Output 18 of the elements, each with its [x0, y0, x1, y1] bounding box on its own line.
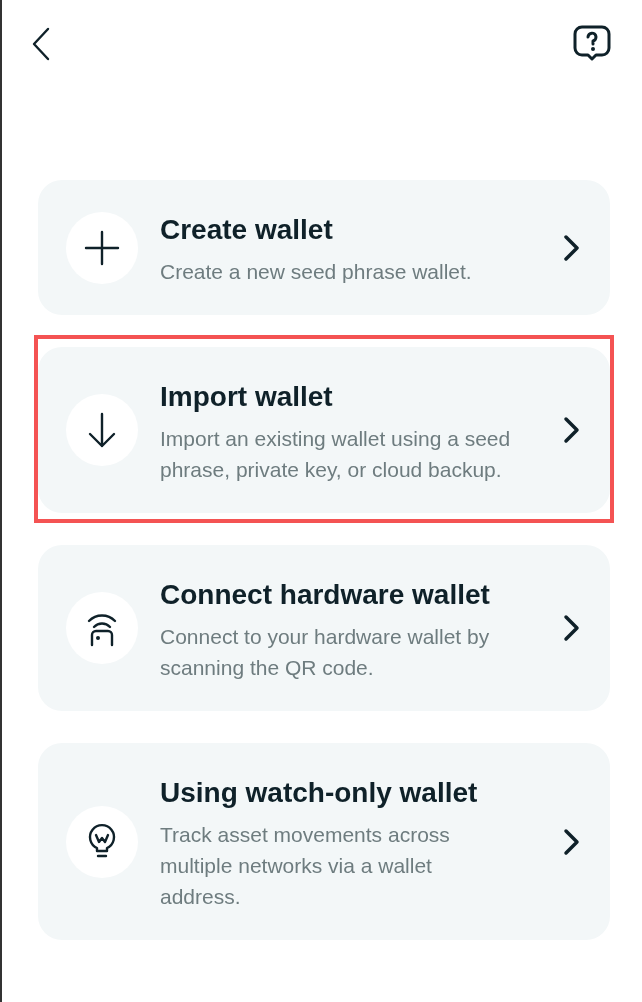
wallet-option-card[interactable]: Create wallet Create a new seed phrase wallet. [38, 180, 610, 315]
option-title: Using watch-only wallet [160, 776, 479, 810]
option-title: Create wallet [160, 213, 334, 247]
option-description: Track asset movements across multiple networks via a wallet address. [160, 822, 451, 910]
back-button[interactable] [30, 27, 52, 61]
chevron-right-icon [562, 614, 582, 642]
option-description: Create a new seed phrase wallet. [160, 259, 473, 285]
wallet-option-card[interactable]: Using watch-only wallet Track asset movements across multiple networks via a wallet address. [38, 743, 610, 940]
wallet-option-card[interactable]: Connect hardware wallet Connect to your hardware wallet by scanning the QR code. [38, 545, 610, 711]
arrow-down-icon [87, 412, 117, 448]
wallet-option-card[interactable]: Import wallet Import an existing wallet using a seed phrase, private key, or cloud backup. [38, 347, 610, 513]
option-description: Import an existing wallet using a seed phrase, private key, or cloud backup. [160, 426, 512, 483]
chevron-right-icon [562, 827, 582, 856]
chevron-right-icon [562, 416, 582, 444]
chevron-right-icon [562, 233, 582, 262]
option-title: Import wallet [160, 380, 334, 414]
option-title: Connect hardware wallet [160, 578, 491, 612]
option-description: Connect to your hardware wallet by scanning the QR code. [160, 624, 491, 681]
